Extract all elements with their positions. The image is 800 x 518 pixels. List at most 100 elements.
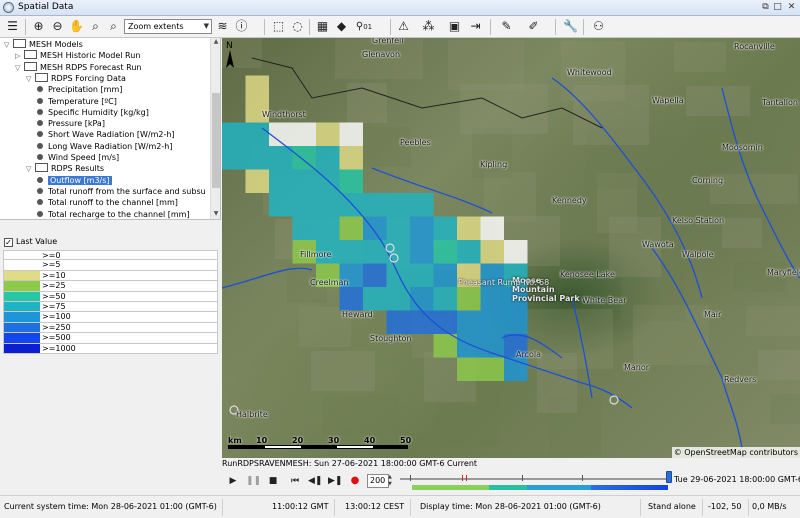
checkbox-checked[interactable]: ✓	[4, 238, 13, 247]
detach-window-icon[interactable]: ⧉	[760, 2, 771, 13]
expand-down-icon[interactable]: ▽	[26, 164, 35, 175]
outflow-grid-cell[interactable]	[410, 263, 434, 288]
expand-down-icon[interactable]: ▽	[4, 40, 13, 51]
tree-item[interactable]: Total recharge to the channel [mm]	[37, 209, 190, 220]
tree-folder[interactable]: ▽ RDPS Results	[26, 163, 104, 174]
tree-item[interactable]: Specific Humidity [kg/kg]	[37, 107, 149, 118]
pencil-icon[interactable]: ✎	[498, 18, 515, 35]
station-marker[interactable]	[609, 395, 619, 405]
scroll-down-icon[interactable]: ▼	[212, 210, 220, 217]
outflow-grid-cell[interactable]	[292, 122, 317, 147]
outflow-grid-cell[interactable]	[316, 216, 340, 241]
outflow-grid-cell[interactable]	[410, 310, 434, 335]
outflow-grid-cell[interactable]	[245, 75, 270, 100]
pan-icon[interactable]: ✋	[68, 18, 85, 35]
outflow-grid-cell[interactable]	[410, 287, 434, 311]
outflow-grid-cell[interactable]	[386, 310, 411, 335]
map-attribution[interactable]: © OpenStreetMap contributors	[671, 447, 800, 458]
zoom-select[interactable]: Zoom extents ▼	[124, 19, 212, 34]
step-back-icon[interactable]: ◀❚	[308, 474, 322, 488]
expand-down-icon[interactable]: ▽	[26, 74, 35, 85]
stop-icon[interactable]: ■	[266, 474, 280, 488]
last-value-toggle[interactable]: ✓ Last Value	[4, 236, 57, 247]
outflow-grid-cell[interactable]	[339, 146, 364, 170]
outflow-grid-cell[interactable]	[504, 240, 528, 264]
outflow-grid-cell[interactable]	[504, 310, 528, 335]
outflow-grid-cell[interactable]	[339, 122, 364, 147]
outflow-grid-cell[interactable]	[339, 169, 364, 194]
maximize-window-icon[interactable]: □	[772, 2, 783, 13]
outflow-grid-cell[interactable]	[339, 240, 364, 264]
tree-folder[interactable]: ▽ MESH Models	[4, 39, 83, 50]
tree-item[interactable]: Pressure [kPa]	[37, 118, 105, 129]
map-view[interactable]: N km 10 20 30 40 50 © OpenStreetMap contribut…	[222, 38, 800, 458]
lock-user-icon[interactable]: ⚇	[590, 18, 607, 35]
lasso-icon[interactable]: ◌	[289, 18, 306, 35]
outflow-grid-cell[interactable]	[269, 169, 293, 194]
tree-item[interactable]: Long Wave Radiation [W/m2-h]	[37, 141, 172, 152]
outflow-grid-cell[interactable]	[245, 122, 270, 147]
export-icon[interactable]: ⇥	[467, 18, 484, 35]
video-icon[interactable]: ▣	[446, 18, 463, 35]
grid-icon[interactable]: ▦	[314, 18, 331, 35]
outflow-grid-cell[interactable]	[410, 193, 434, 217]
outflow-grid-cell[interactable]	[457, 357, 481, 382]
pause-icon[interactable]: ❚❚	[246, 474, 261, 488]
outflow-grid-cell[interactable]	[480, 287, 505, 311]
timeline-handle[interactable]	[666, 471, 672, 483]
map-canvas[interactable]	[222, 38, 800, 458]
outflow-grid-cell[interactable]	[480, 357, 505, 382]
outflow-grid-cell[interactable]	[480, 334, 505, 358]
outflow-grid-cell[interactable]	[316, 193, 340, 217]
outflow-grid-cell[interactable]	[457, 287, 481, 311]
speed-spinner[interactable]: ▲ ▼	[388, 474, 394, 488]
tree-folder[interactable]: ▷ MESH Historic Model Run	[15, 50, 140, 61]
outflow-grid-cell[interactable]	[363, 263, 387, 288]
skip-start-icon[interactable]: ⏮	[288, 474, 302, 488]
node-tool-icon[interactable]: ⁂	[420, 18, 437, 35]
layers-icon[interactable]: ≋	[214, 18, 231, 35]
outflow-grid-cell[interactable]	[316, 146, 340, 170]
timeline-track[interactable]	[400, 478, 670, 480]
tree-scrollbar[interactable]: ▲ ▼	[210, 38, 220, 219]
tree-item[interactable]: Total runoff to the channel [mm]	[37, 197, 178, 208]
tree-folder[interactable]: ▽ RDPS Forcing Data	[26, 72, 126, 85]
outflow-grid-cell[interactable]	[292, 146, 317, 170]
zoom-out-icon[interactable]: ⊖	[49, 18, 66, 35]
outflow-grid-cell[interactable]	[363, 287, 387, 311]
tree-scroll-thumb[interactable]	[212, 93, 220, 188]
outflow-grid-cell[interactable]	[363, 193, 387, 217]
outflow-grid-cell[interactable]	[480, 240, 505, 264]
outflow-grid-cell[interactable]	[433, 334, 458, 358]
outflow-grid-cell[interactable]	[245, 146, 270, 170]
tree-item[interactable]: Short Wave Radiation [W/m2-h]	[37, 129, 175, 140]
outflow-grid-cell[interactable]	[339, 287, 364, 311]
outflow-grid-cell[interactable]	[269, 193, 293, 217]
play-icon[interactable]: ▶	[226, 474, 240, 488]
close-window-icon[interactable]: ✕	[786, 2, 797, 13]
outflow-grid-cell[interactable]	[433, 263, 458, 288]
tree-item[interactable]: Outflow [m3/s]	[37, 175, 112, 186]
outflow-grid-cell[interactable]	[339, 216, 364, 241]
speed-field[interactable]: 200	[367, 474, 389, 488]
outflow-grid-cell[interactable]	[480, 310, 505, 335]
outflow-grid-cell[interactable]	[457, 216, 481, 241]
menu-icon[interactable]: ☰	[4, 18, 21, 35]
outflow-grid-cell[interactable]	[292, 169, 317, 194]
outflow-grid-cell[interactable]	[292, 193, 317, 217]
tree-item[interactable]: Total runoff from the surface and subsu	[37, 186, 206, 197]
zoom-back-icon[interactable]: ⌕	[105, 18, 122, 35]
select-rectangle-icon[interactable]: ⬚	[270, 18, 287, 35]
outflow-grid-cell[interactable]	[245, 169, 270, 194]
outflow-grid-cell[interactable]	[269, 146, 293, 170]
step-forward-icon[interactable]: ▶❚	[328, 474, 342, 488]
outflow-grid-cell[interactable]	[480, 216, 505, 241]
tag-icon[interactable]: ◆	[333, 18, 350, 35]
wrench-icon[interactable]: 🔧	[562, 18, 579, 35]
outflow-grid-cell[interactable]	[433, 216, 458, 241]
outflow-grid-cell[interactable]	[457, 310, 481, 335]
outflow-grid-cell[interactable]	[316, 122, 340, 147]
scroll-up-icon[interactable]: ▲	[212, 38, 220, 45]
zoom-in-icon[interactable]: ⊕	[30, 18, 47, 35]
tree-item[interactable]: Temperature [ºC]	[37, 96, 117, 107]
